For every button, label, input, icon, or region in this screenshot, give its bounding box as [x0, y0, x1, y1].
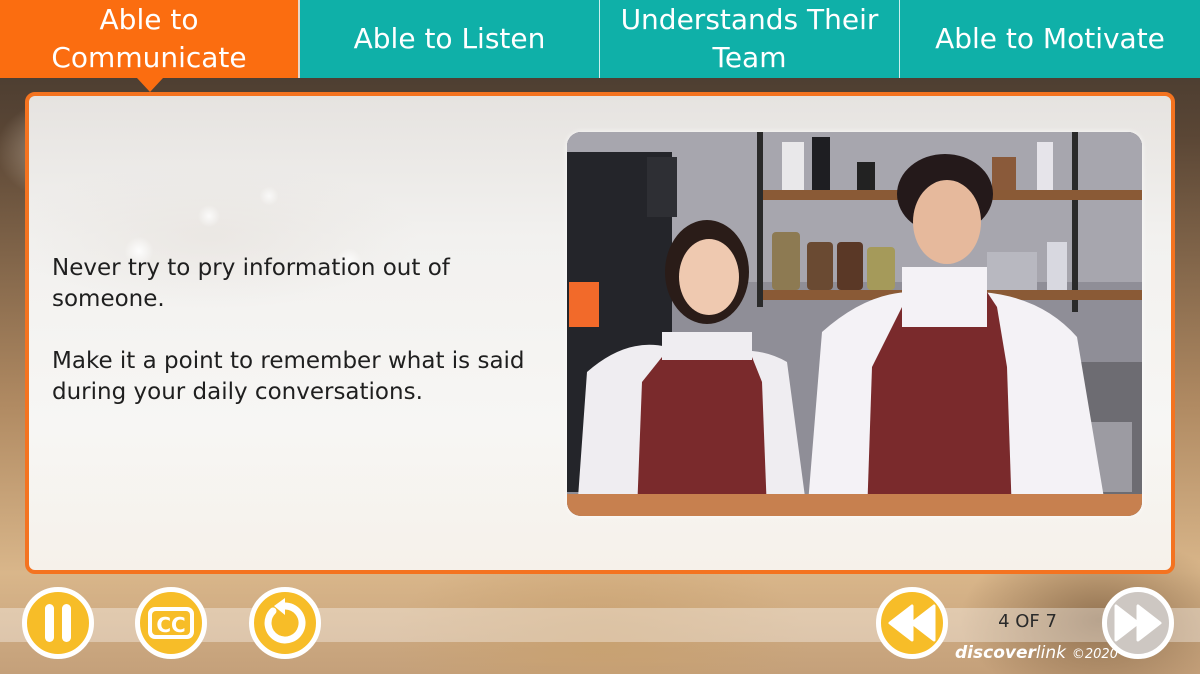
replay-button[interactable] — [249, 587, 321, 659]
tab-label: Able to Listen — [353, 22, 546, 55]
baristas-photo — [567, 132, 1142, 516]
fast-forward-icon — [1114, 604, 1162, 642]
tab-able-to-communicate[interactable]: Able to Communicate — [0, 0, 300, 92]
tab-able-to-motivate[interactable]: Able to Motivate — [900, 0, 1200, 78]
page-counter: 4 OF 7 — [998, 611, 1057, 632]
previous-button[interactable] — [876, 587, 948, 659]
slide-body-text: Never try to pry information out of some… — [52, 253, 532, 439]
paragraph: Make it a point to remember what is said… — [52, 348, 525, 405]
rewind-icon — [888, 604, 936, 642]
tab-label: Able to Motivate — [935, 22, 1165, 55]
tab-label: Able to Communicate — [51, 3, 247, 74]
svg-text:CC: CC — [156, 613, 185, 637]
topic-tabs: Able to Communicate Able to Listen Unders… — [0, 0, 1200, 92]
copyright: ©2020 — [1071, 647, 1118, 662]
closed-captions-button[interactable]: CC — [135, 587, 207, 659]
replay-icon — [264, 598, 306, 644]
tab-able-to-listen[interactable]: Able to Listen — [300, 0, 600, 78]
closed-captions-icon: CC — [148, 607, 194, 639]
tab-label: Understands Their Team — [620, 3, 879, 74]
tab-understands-their-team[interactable]: Understands Their Team — [600, 0, 900, 78]
brand-logo: discoverlink ©2020 — [955, 643, 1118, 663]
pause-icon — [45, 604, 71, 642]
paragraph: Never try to pry information out of some… — [52, 255, 450, 312]
pause-button[interactable] — [22, 587, 94, 659]
